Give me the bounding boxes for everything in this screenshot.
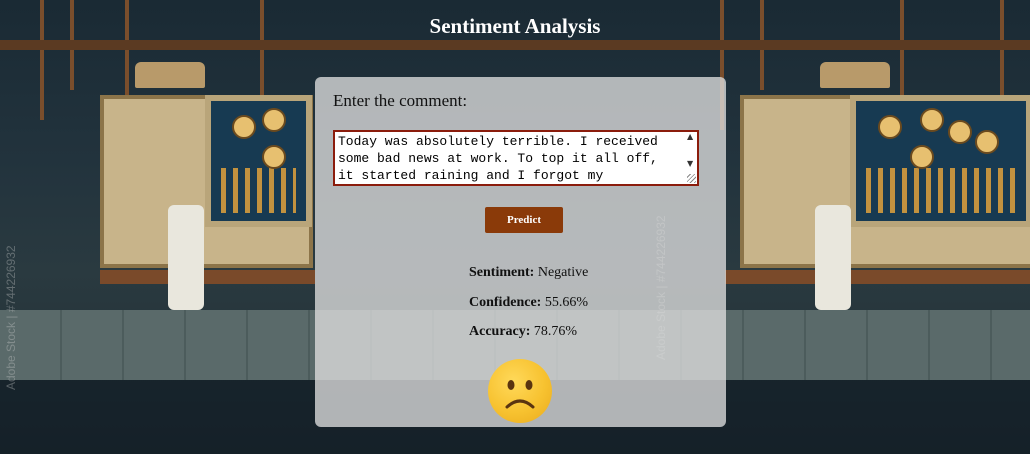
stock-watermark-left: Adobe Stock | #744226932 xyxy=(4,245,18,390)
sentiment-result: Sentiment: Negative xyxy=(469,265,588,281)
predict-button[interactable]: Predict xyxy=(485,207,563,233)
accuracy-value: 78.76% xyxy=(533,324,578,339)
comment-textarea[interactable]: Today was absolutely terrible. I receive… xyxy=(333,130,699,186)
analysis-card: Enter the comment: Today was absolutely … xyxy=(315,77,726,427)
confidence-label: Confidence: xyxy=(469,295,542,310)
sentiment-label: Sentiment: xyxy=(469,265,535,280)
resize-grip-icon[interactable] xyxy=(687,174,696,183)
sentiment-value: Negative xyxy=(537,265,589,280)
chevron-up-icon[interactable]: ▲ xyxy=(687,132,693,141)
comment-label: Enter the comment: xyxy=(333,91,468,110)
chevron-down-icon[interactable]: ▼ xyxy=(687,159,693,168)
confidence-value: 55.66% xyxy=(544,295,588,310)
accuracy-result: Accuracy: 78.76% xyxy=(469,324,577,340)
page-title: Sentiment Analysis xyxy=(429,14,601,38)
frowning-face-icon xyxy=(488,359,552,423)
accuracy-label: Accuracy: xyxy=(469,324,531,339)
confidence-result: Confidence: 55.66% xyxy=(469,295,588,311)
